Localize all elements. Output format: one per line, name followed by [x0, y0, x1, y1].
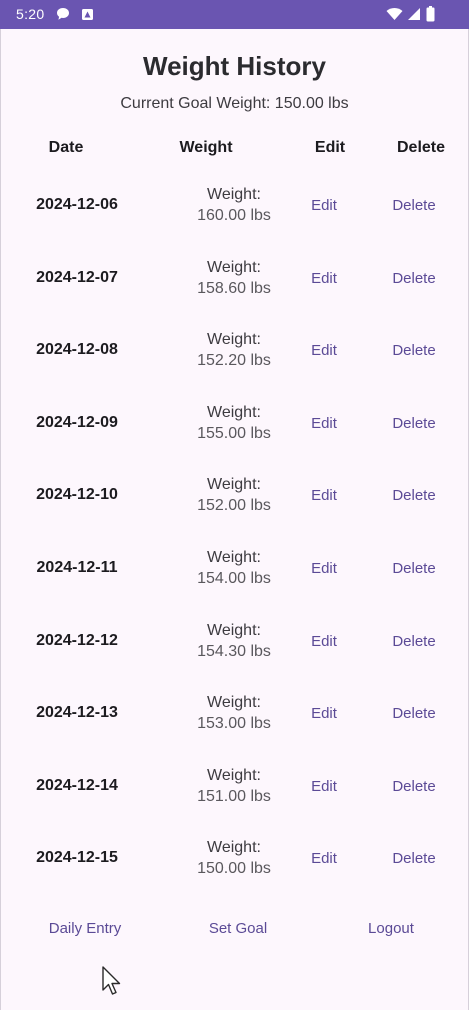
weight-value: 152.00 lbs — [197, 497, 271, 515]
delete-button[interactable]: Delete — [379, 765, 449, 809]
entry-weight: Weight: 160.00 lbs — [164, 184, 304, 226]
weight-value: 150.00 lbs — [197, 860, 271, 878]
page-title: Weight History — [143, 51, 326, 81]
daily-entry-button[interactable]: Daily Entry — [35, 912, 135, 946]
weight-value: 158.60 lbs — [197, 279, 271, 297]
weight-label: Weight: — [207, 186, 261, 203]
entry-date: 2024-12-08 — [36, 341, 118, 359]
entry-weight: Weight: 158.60 lbs — [164, 257, 304, 299]
edit-button[interactable]: Edit — [297, 474, 351, 518]
logout-button[interactable]: Logout — [351, 912, 431, 946]
edit-button[interactable]: Edit — [297, 329, 351, 373]
entry-weight: Weight: 154.30 lbs — [164, 620, 304, 662]
history-row: 2024-12-15 Weight: 150.00 lbs Edit Delet… — [1, 823, 469, 896]
date-column-header: Date — [48, 139, 84, 156]
history-row: 2024-12-07 Weight: 158.60 lbs Edit Delet… — [1, 243, 469, 316]
delete-button[interactable]: Delete — [379, 184, 449, 228]
history-row: 2024-12-09 Weight: 155.00 lbs Edit Delet… — [1, 388, 469, 461]
weight-label: Weight: — [207, 694, 261, 712]
weight-history-screen: Weight History Current Goal Weight: 150.… — [0, 29, 469, 1010]
cellular-signal-icon — [408, 8, 420, 20]
entry-weight: Weight: 155.00 lbs — [164, 402, 304, 444]
weight-history-list: 2024-12-06 Weight: 160.00 lbs Edit Delet… — [1, 170, 469, 896]
delete-button[interactable]: Delete — [379, 620, 449, 664]
weight-value: 153.00 lbs — [197, 715, 271, 733]
history-row: 2024-12-12 Weight: 154.30 lbs Edit Delet… — [1, 606, 469, 679]
weight-label: Weight: — [207, 548, 261, 566]
entry-date: 2024-12-13 — [36, 704, 118, 722]
weight-value: 154.00 lbs — [197, 569, 271, 587]
delete-button[interactable]: Delete — [379, 402, 449, 446]
history-row: 2024-12-14 Weight: 151.00 lbs Edit Delet… — [1, 751, 469, 824]
weight-label: Weight: — [207, 766, 261, 784]
current-goal-text: Current Goal Weight: 150.00 lbs — [120, 95, 349, 112]
delete-button[interactable]: Delete — [379, 837, 449, 881]
history-row: 2024-12-08 Weight: 152.20 lbs Edit Delet… — [1, 315, 469, 388]
weight-label: Weight: — [207, 839, 261, 857]
delete-button[interactable]: Delete — [379, 257, 449, 301]
entry-weight: Weight: 154.00 lbs — [164, 547, 304, 589]
bottom-navigation: Daily Entry Set Goal Logout — [0, 912, 469, 946]
entry-weight: Weight: 150.00 lbs — [164, 837, 304, 879]
weight-value: 151.00 lbs — [197, 787, 271, 805]
entry-weight: Weight: 152.20 lbs — [164, 329, 304, 371]
entry-weight: Weight: 153.00 lbs — [164, 692, 304, 734]
entry-date: 2024-12-09 — [36, 413, 118, 431]
entry-weight: Weight: 151.00 lbs — [164, 765, 304, 807]
history-row: 2024-12-13 Weight: 153.00 lbs Edit Delet… — [1, 678, 469, 751]
weight-value: 152.20 lbs — [197, 352, 271, 370]
entry-date: 2024-12-14 — [36, 776, 118, 794]
wifi-icon — [386, 8, 403, 20]
entry-date: 2024-12-12 — [36, 631, 118, 649]
weight-label: Weight: — [207, 258, 261, 276]
entry-date: 2024-12-15 — [36, 849, 118, 867]
weight-column-header: Weight — [179, 139, 233, 156]
entry-date: 2024-12-06 — [36, 196, 118, 213]
status-time: 5:20 — [16, 6, 45, 22]
delete-button[interactable]: Delete — [379, 329, 449, 373]
weight-label: Weight: — [207, 621, 261, 639]
status-bar: 5:20 — [0, 0, 469, 29]
battery-icon — [426, 6, 435, 22]
delete-column-header: Delete — [396, 139, 446, 156]
mouse-cursor-icon — [102, 966, 121, 995]
chat-bubble-icon — [57, 8, 69, 20]
delete-button[interactable]: Delete — [379, 692, 449, 736]
edit-button[interactable]: Edit — [297, 765, 351, 809]
weight-label: Weight: — [207, 331, 261, 349]
edit-column-header: Edit — [314, 139, 346, 156]
edit-button[interactable]: Edit — [297, 257, 351, 301]
edit-button[interactable]: Edit — [297, 547, 351, 591]
history-row: 2024-12-11 Weight: 154.00 lbs Edit Delet… — [1, 533, 469, 606]
entry-date: 2024-12-11 — [36, 558, 118, 576]
edit-button[interactable]: Edit — [297, 837, 351, 881]
delete-button[interactable]: Delete — [379, 474, 449, 518]
edit-button[interactable]: Edit — [297, 692, 351, 736]
weight-label: Weight: — [207, 403, 261, 421]
weight-value: 160.00 lbs — [197, 207, 271, 224]
weight-value: 155.00 lbs — [197, 424, 271, 442]
weight-label: Weight: — [207, 476, 261, 494]
delete-button[interactable]: Delete — [379, 547, 449, 591]
set-goal-button[interactable]: Set Goal — [193, 912, 283, 946]
app-notification-icon — [82, 9, 93, 20]
edit-button[interactable]: Edit — [297, 402, 351, 446]
weight-value: 154.30 lbs — [197, 642, 271, 660]
edit-button[interactable]: Edit — [297, 620, 351, 664]
edit-button[interactable]: Edit — [297, 184, 351, 228]
entry-date: 2024-12-10 — [36, 486, 118, 504]
entry-weight: Weight: 152.00 lbs — [164, 474, 304, 516]
history-row: 2024-12-10 Weight: 152.00 lbs Edit Delet… — [1, 460, 469, 533]
history-row: 2024-12-06 Weight: 160.00 lbs Edit Delet… — [1, 170, 469, 243]
entry-date: 2024-12-07 — [36, 268, 118, 286]
